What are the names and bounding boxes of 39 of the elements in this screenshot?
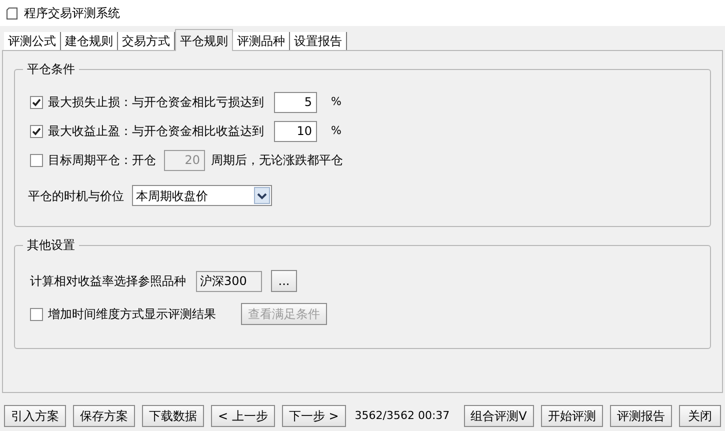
button[interactable]: 关闭 bbox=[678, 405, 721, 427]
tab[interactable]: 建仓规则 bbox=[61, 32, 118, 50]
checkbox[interactable] bbox=[30, 308, 43, 320]
button[interactable]: 下一步 > bbox=[282, 405, 346, 427]
button[interactable]: 下载数据 bbox=[142, 405, 204, 427]
button[interactable]: < 上一步 bbox=[211, 405, 275, 427]
input-field[interactable]: 10 bbox=[274, 120, 317, 142]
option-label: 增加时间维度方式显示评测结果 bbox=[48, 306, 216, 323]
status-text: 3562/3562 00:37 bbox=[354, 408, 450, 424]
timing-dropdown[interactable]: 本周期收盘价 bbox=[132, 185, 272, 206]
group-title: 其他设置 bbox=[23, 237, 79, 253]
input-field[interactable]: 5 bbox=[274, 92, 317, 112]
checkmark-icon bbox=[32, 98, 41, 106]
option-label: 目标周期平仓：开仓 bbox=[48, 152, 156, 169]
checkbox[interactable] bbox=[30, 124, 43, 138]
checkmark-icon bbox=[32, 126, 41, 136]
button[interactable]: 组合评测V bbox=[464, 405, 534, 427]
benchmark-label: 计算相对收益率选择参照品种 bbox=[30, 273, 186, 290]
button[interactable]: 开始评测 bbox=[540, 405, 603, 427]
button[interactable]: 评测报告 bbox=[610, 405, 672, 427]
benchmark-field[interactable]: 沪深300 bbox=[196, 270, 262, 292]
tab[interactable]: 交易方式 bbox=[118, 32, 175, 50]
timing-label: 平仓的时机与价位 bbox=[28, 188, 124, 204]
checkbox[interactable] bbox=[30, 96, 43, 108]
window-title: 程序交易评测系统 bbox=[24, 5, 120, 22]
tab[interactable]: 评测品种 bbox=[233, 32, 290, 50]
tab[interactable]: 平仓规则 bbox=[175, 29, 233, 51]
unit-label: % bbox=[331, 94, 342, 110]
option-label: 周期后，无论涨跌都平仓 bbox=[211, 152, 343, 169]
option-label: 最大损失止损：与开仓资金相比亏损达到 bbox=[48, 94, 264, 111]
option-label: 最大收益止盈：与开仓资金相比收益达到 bbox=[48, 123, 264, 140]
button[interactable]: 保存方案 bbox=[73, 405, 135, 427]
button[interactable]: 引入方案 bbox=[4, 405, 66, 427]
unit-label: % bbox=[331, 122, 342, 139]
button[interactable]: ... bbox=[271, 270, 297, 292]
tab[interactable]: 评测公式 bbox=[4, 32, 61, 50]
window-icon bbox=[6, 6, 18, 20]
tab[interactable]: 设置报告 bbox=[290, 32, 347, 50]
group-title: 平仓条件 bbox=[23, 61, 79, 77]
